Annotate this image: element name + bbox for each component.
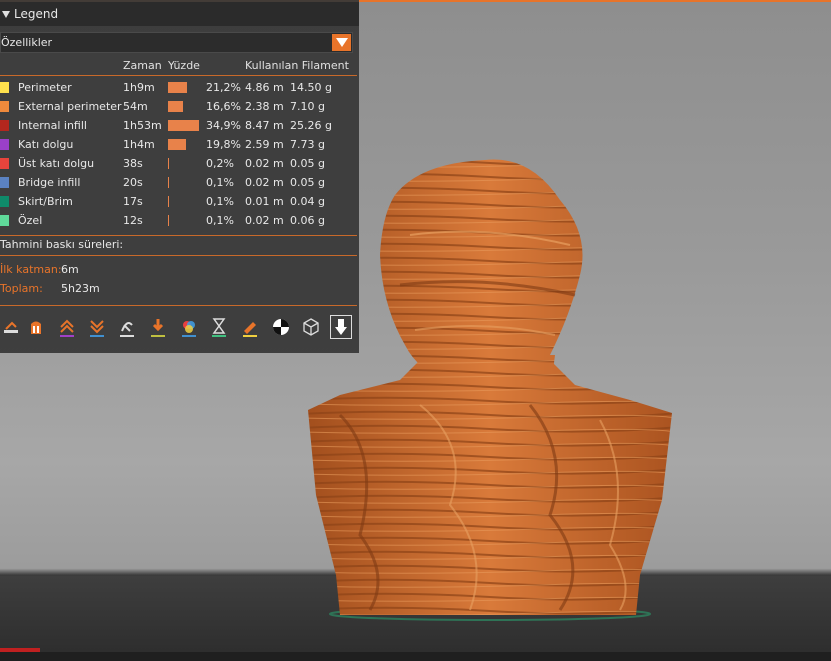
- estimate-title: Tahmini baskı süreleri:: [0, 238, 124, 251]
- dropdown-arrow-icon[interactable]: [332, 34, 351, 51]
- percent-bar: [168, 196, 169, 207]
- rows-separator: [0, 235, 357, 236]
- legend-row[interactable]: Üst katı dolgu 38s 0,2% 0.02 m 0.05 g: [0, 155, 359, 174]
- bed-edge: [0, 652, 831, 661]
- view-type-dropdown[interactable]: Özellikler: [0, 32, 353, 53]
- feature-percent: 0,1%: [206, 214, 234, 227]
- percent-bar: [168, 120, 199, 131]
- feature-time: 12s: [123, 214, 143, 227]
- legend-row[interactable]: External perimeter 54m 16,6% 2.38 m 7.10 g: [0, 98, 359, 117]
- center-of-gravity-icon[interactable]: [270, 315, 292, 339]
- column-header-time: Zaman: [123, 59, 162, 72]
- feature-length: 0.02 m: [245, 214, 284, 227]
- legend-row[interactable]: Skirt/Brim 17s 0,1% 0.01 m 0.04 g: [0, 193, 359, 212]
- feature-label: Internal infill: [18, 119, 87, 132]
- percent-bar: [168, 139, 186, 150]
- percent-bar: [168, 215, 169, 226]
- feature-percent: 0,1%: [206, 176, 234, 189]
- legend-title: Legend: [14, 7, 59, 21]
- feature-time: 17s: [123, 195, 143, 208]
- feature-length: 8.47 m: [245, 119, 284, 132]
- feature-percent: 19,8%: [206, 138, 241, 151]
- feature-label: Üst katı dolgu: [18, 157, 95, 170]
- feature-label: Perimeter: [18, 81, 72, 94]
- feature-label: Bridge infill: [18, 176, 81, 189]
- percent-bar: [168, 82, 187, 93]
- feature-label: Skirt/Brim: [18, 195, 73, 208]
- deretractions-icon[interactable]: [86, 315, 108, 339]
- feature-percent: 0,2%: [206, 157, 234, 170]
- feature-length: 4.86 m: [245, 81, 284, 94]
- legend-panel: Legend Özellikler Zaman Yüzde Kullanılan…: [0, 0, 359, 353]
- toolbar-separator: [0, 305, 357, 306]
- legend-row[interactable]: Internal infill 1h53m 34,9% 8.47 m 25.26 g: [0, 117, 359, 136]
- color-changes-icon[interactable]: [178, 315, 200, 339]
- first-layer-value: 6m: [61, 263, 79, 276]
- feature-percent: 34,9%: [206, 119, 241, 132]
- options-toolbar: [0, 315, 359, 341]
- legend-row[interactable]: Perimeter 1h9m 21,2% 4.86 m 14.50 g: [0, 79, 359, 98]
- color-swatch: [0, 177, 9, 188]
- feature-weight: 14.50 g: [290, 81, 332, 94]
- feature-time: 1h4m: [123, 138, 155, 151]
- shells-icon[interactable]: [300, 315, 322, 339]
- dropdown-value: Özellikler: [1, 36, 53, 49]
- feature-time: 1h53m: [123, 119, 162, 132]
- feature-weight: 25.26 g: [290, 119, 332, 132]
- feature-label: Katı dolgu: [18, 138, 74, 151]
- column-header-percent: Yüzde: [168, 59, 200, 72]
- feature-percent: 16,6%: [206, 100, 241, 113]
- color-swatch: [0, 82, 9, 93]
- feature-time: 38s: [123, 157, 143, 170]
- feature-length: 2.59 m: [245, 138, 284, 151]
- travel-icon[interactable]: [0, 315, 22, 339]
- pause-prints-icon[interactable]: [208, 315, 230, 339]
- retractions-icon[interactable]: [56, 315, 78, 339]
- feature-time: 1h9m: [123, 81, 155, 94]
- feature-weight: 0.04 g: [290, 195, 325, 208]
- seams-icon[interactable]: [116, 315, 138, 339]
- feature-weight: 7.73 g: [290, 138, 325, 151]
- feature-weight: 7.10 g: [290, 100, 325, 113]
- tool-marker-icon[interactable]: [330, 315, 352, 339]
- total-label: Toplam:: [0, 282, 43, 295]
- feature-percent: 21,2%: [206, 81, 241, 94]
- feature-weight: 0.05 g: [290, 176, 325, 189]
- color-swatch: [0, 158, 9, 169]
- legend-header[interactable]: Legend: [0, 2, 359, 26]
- feature-length: 0.02 m: [245, 157, 284, 170]
- feature-length: 2.38 m: [245, 100, 284, 113]
- legend-row[interactable]: Katı dolgu 1h4m 19,8% 2.59 m 7.73 g: [0, 136, 359, 155]
- first-layer-label: İlk katman:: [0, 263, 62, 276]
- color-swatch: [0, 139, 9, 150]
- color-swatch: [0, 101, 9, 112]
- estimate-separator: [0, 255, 357, 256]
- legend-row[interactable]: Özel 12s 0,1% 0.02 m 0.06 g: [0, 212, 359, 231]
- wipe-icon[interactable]: [25, 315, 47, 339]
- percent-bar: [168, 177, 169, 188]
- feature-length: 0.02 m: [245, 176, 284, 189]
- percent-bar: [168, 101, 183, 112]
- collapse-triangle-icon[interactable]: [2, 10, 10, 18]
- feature-label: Özel: [18, 214, 43, 227]
- feature-length: 0.01 m: [245, 195, 284, 208]
- header-separator: [0, 75, 357, 76]
- color-swatch: [0, 215, 9, 226]
- percent-bar: [168, 158, 169, 169]
- feature-weight: 0.05 g: [290, 157, 325, 170]
- total-value: 5h23m: [61, 282, 100, 295]
- color-swatch: [0, 196, 9, 207]
- custom-gcodes-icon[interactable]: [239, 315, 261, 339]
- x-axis-indicator: [0, 648, 40, 652]
- feature-percent: 0,1%: [206, 195, 234, 208]
- legend-row[interactable]: Bridge infill 20s 0,1% 0.02 m 0.05 g: [0, 174, 359, 193]
- feature-label: External perimeter: [18, 100, 122, 113]
- column-header-filament: Kullanılan Filament: [245, 59, 349, 72]
- tool-changes-icon[interactable]: [147, 315, 169, 339]
- feature-time: 54m: [123, 100, 148, 113]
- color-swatch: [0, 120, 9, 131]
- feature-weight: 0.06 g: [290, 214, 325, 227]
- feature-time: 20s: [123, 176, 143, 189]
